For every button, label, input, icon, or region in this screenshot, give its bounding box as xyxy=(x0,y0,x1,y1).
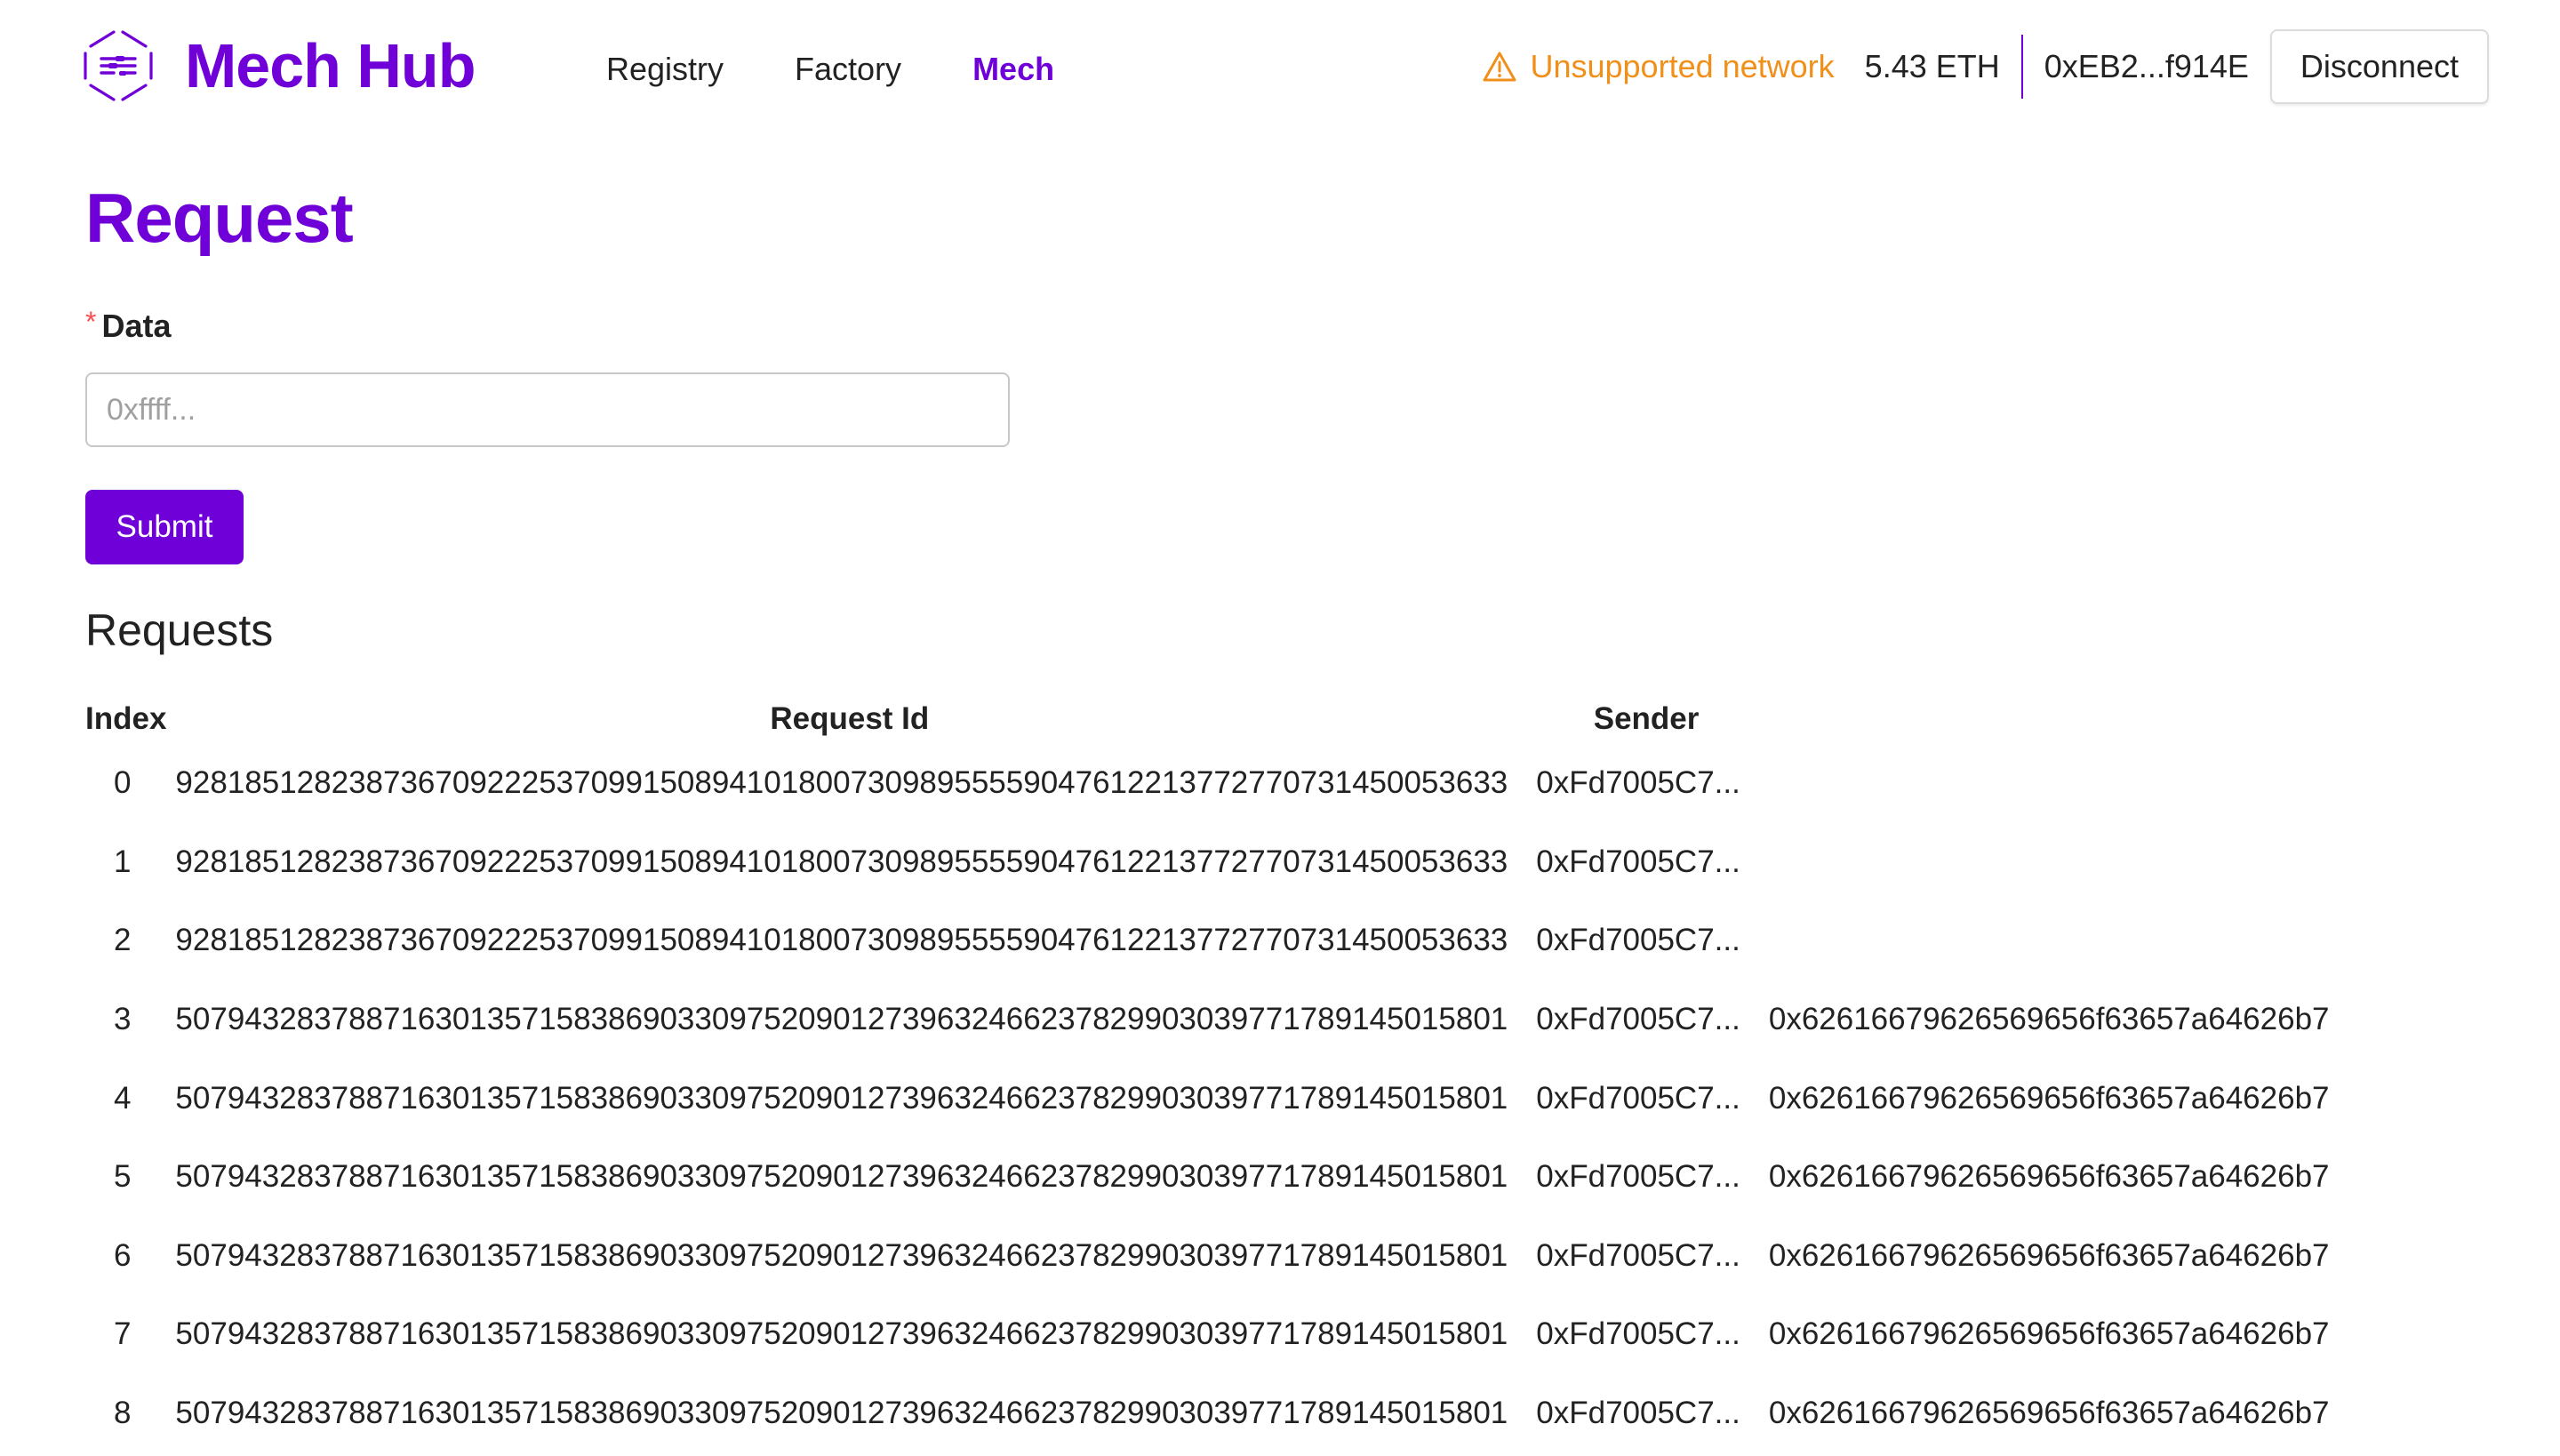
column-header-sender: Sender xyxy=(1593,701,1700,736)
submit-button[interactable]: Submit xyxy=(85,490,244,564)
request-index: 6 xyxy=(113,1237,132,1273)
brand-logo-link[interactable]: Mech Hub xyxy=(82,28,476,103)
request-sender: 0xFd7005C7... xyxy=(1536,923,1740,958)
column-header-request-id: Request Id xyxy=(770,701,930,736)
table-row: 8 507943283788716301357158386903309752090… xyxy=(85,1374,2358,1453)
main-nav: Registry Factory Mech xyxy=(606,43,1125,96)
request-id: 9281851282387367092225370991508941018007… xyxy=(175,765,1508,801)
request-sender: 0xFd7005C7... xyxy=(1536,765,1740,801)
warning-triangle-icon xyxy=(1483,52,1516,82)
wallet-balance: 5.43 ETH xyxy=(1864,48,2000,84)
table-row: 0 928185128238736709222537099150894101800… xyxy=(85,744,2358,823)
data-input[interactable] xyxy=(85,372,1010,447)
table-header-row: Index Request Id Sender xyxy=(85,694,2358,744)
request-data: 0x62616679626569656f63657a64626b7 xyxy=(1768,1316,2330,1352)
nav-factory[interactable]: Factory xyxy=(795,43,901,96)
nav-registry[interactable]: Registry xyxy=(606,43,724,96)
request-data: 0x62616679626569656f63657a64626b7 xyxy=(1768,1159,2330,1195)
table-row: 2 928185128238736709222537099150894101800… xyxy=(85,901,2358,980)
request-id: 9281851282387367092225370991508941018007… xyxy=(175,844,1508,879)
request-data xyxy=(1769,901,2358,980)
column-header-index: Index xyxy=(85,701,167,736)
request-id: 5079432837887163013571583869033097520901… xyxy=(175,1237,1508,1273)
request-id: 5079432837887163013571583869033097520901… xyxy=(175,1396,1508,1431)
request-sender: 0xFd7005C7... xyxy=(1536,1237,1740,1273)
table-row: 4 507943283788716301357158386903309752090… xyxy=(85,1059,2358,1138)
table-row: 1 928185128238736709222537099150894101800… xyxy=(85,823,2358,902)
main-content: Request *Data Submit Requests Index Requ… xyxy=(85,169,2560,1452)
requests-table-body: 0 928185128238736709222537099150894101800… xyxy=(85,744,2358,1452)
nav-mech[interactable]: Mech xyxy=(972,43,1054,96)
table-row: 6 507943283788716301357158386903309752090… xyxy=(85,1217,2358,1296)
request-index: 8 xyxy=(113,1396,132,1431)
request-index: 7 xyxy=(113,1316,132,1352)
request-data xyxy=(1769,823,2358,902)
request-id: 5079432837887163013571583869033097520901… xyxy=(175,1080,1508,1116)
top-header: Mech Hub Registry Factory Mech Unsupport… xyxy=(0,0,2560,138)
requests-table: Index Request Id Sender 0 928185128238736… xyxy=(85,694,2358,1452)
network-warning: Unsupported network xyxy=(1482,48,1835,85)
request-data: 0x62616679626569656f63657a64626b7 xyxy=(1768,1396,2330,1431)
table-row: 5 507943283788716301357158386903309752090… xyxy=(85,1138,2358,1217)
request-index: 4 xyxy=(113,1080,132,1116)
page: Mech Hub Registry Factory Mech Unsupport… xyxy=(0,0,2560,1456)
page-title: Request xyxy=(85,179,354,257)
account-area: Unsupported network 5.43 ETH 0xEB2...f91… xyxy=(1482,29,2489,104)
account-divider xyxy=(2020,35,2023,99)
request-id: 9281851282387367092225370991508941018007… xyxy=(175,923,1508,958)
network-warning-text: Unsupported network xyxy=(1530,48,1835,84)
request-index: 3 xyxy=(113,1002,132,1037)
request-index: 2 xyxy=(113,923,132,958)
request-data: 0x62616679626569656f63657a64626b7 xyxy=(1768,1080,2330,1116)
request-id: 5079432837887163013571583869033097520901… xyxy=(175,1159,1508,1195)
table-row: 7 507943283788716301357158386903309752090… xyxy=(85,1295,2358,1374)
data-field-label-text: Data xyxy=(101,308,172,344)
request-data: 0x62616679626569656f63657a64626b7 xyxy=(1768,1002,2330,1037)
disconnect-button[interactable]: Disconnect xyxy=(2269,29,2489,104)
request-sender: 0xFd7005C7... xyxy=(1536,1159,1740,1195)
request-sender: 0xFd7005C7... xyxy=(1536,844,1740,879)
required-marker: * xyxy=(85,306,97,338)
request-id: 5079432837887163013571583869033097520901… xyxy=(175,1316,1508,1352)
request-id: 5079432837887163013571583869033097520901… xyxy=(175,1002,1508,1037)
table-row: 3 507943283788716301357158386903309752090… xyxy=(85,980,2358,1060)
request-sender: 0xFd7005C7... xyxy=(1536,1316,1740,1352)
requests-section-title: Requests xyxy=(85,605,274,655)
request-form: *Data Submit xyxy=(85,302,2560,564)
column-header-data xyxy=(1769,694,2358,744)
request-data: 0x62616679626569656f63657a64626b7 xyxy=(1768,1237,2330,1273)
request-data xyxy=(1769,744,2358,823)
request-sender: 0xFd7005C7... xyxy=(1536,1002,1740,1037)
request-index: 1 xyxy=(113,844,132,879)
request-index: 5 xyxy=(113,1159,132,1195)
wallet-address: 0xEB2...f914E xyxy=(2044,48,2249,84)
request-sender: 0xFd7005C7... xyxy=(1536,1080,1740,1116)
brand-name: Mech Hub xyxy=(185,31,476,100)
data-field-label: * Data xyxy=(85,302,2560,346)
request-sender: 0xFd7005C7... xyxy=(1536,1396,1740,1431)
mech-hub-logo-icon xyxy=(84,30,153,101)
request-index: 0 xyxy=(113,765,132,801)
